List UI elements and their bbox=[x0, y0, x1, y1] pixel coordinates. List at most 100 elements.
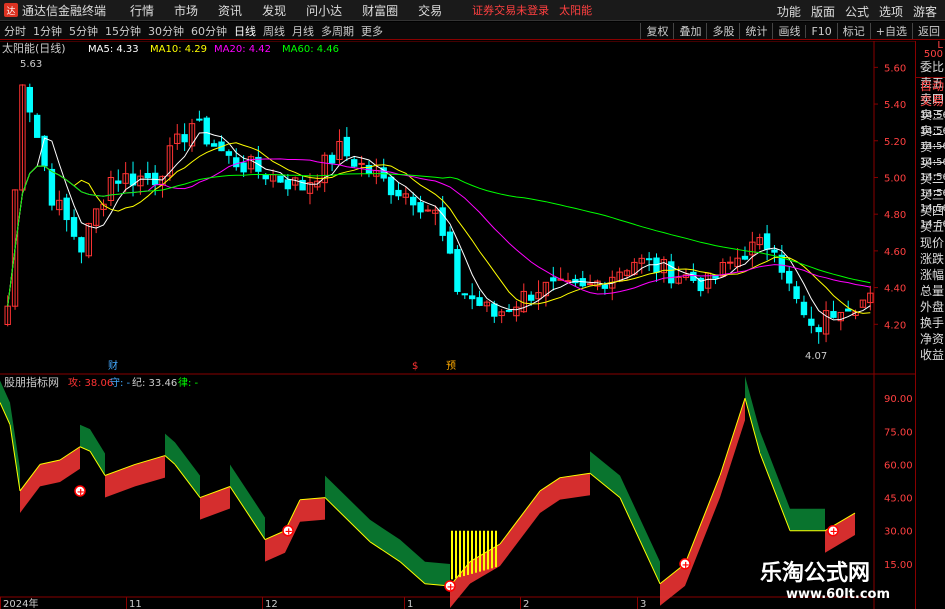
price-label-7: 4.20 bbox=[884, 320, 906, 331]
candle-body bbox=[78, 237, 85, 253]
menu-item-3[interactable]: 发现 bbox=[262, 2, 286, 19]
indicator-band bbox=[540, 477, 560, 513]
candle-body bbox=[277, 175, 284, 183]
menu-item-4[interactable]: 问小达 bbox=[306, 2, 342, 19]
menu-item-2[interactable]: 资讯 bbox=[218, 2, 242, 19]
candle-body bbox=[645, 258, 653, 261]
corner-label: L 500 bbox=[923, 40, 943, 60]
indicator-band bbox=[745, 376, 760, 454]
ind-ji: 纪: 33.46 bbox=[132, 377, 177, 389]
candle-body bbox=[461, 293, 468, 296]
quote-label-12: 涨跌 bbox=[920, 252, 945, 266]
candle-body bbox=[41, 135, 48, 167]
right-menu-item-3[interactable]: 选项 bbox=[879, 3, 903, 20]
tool-button-8[interactable]: 返回 bbox=[912, 23, 945, 39]
quote-label-13: 涨幅 bbox=[920, 268, 945, 282]
time-label-5: 3 bbox=[640, 599, 646, 609]
right-menu-item-1[interactable]: 版面 bbox=[811, 3, 835, 20]
period-tab-5[interactable]: 60分钟 bbox=[191, 23, 227, 39]
ind-axis-2: 60.00 bbox=[884, 460, 913, 471]
trade-label-2: 14:56 bbox=[920, 110, 945, 121]
indicator-band bbox=[105, 464, 135, 498]
trade-label-4: 14:56 bbox=[920, 141, 945, 152]
candle-body bbox=[284, 179, 292, 190]
ind-axis-3: 45.00 bbox=[884, 494, 913, 505]
time-label-2: 12 bbox=[265, 599, 278, 609]
period-tab-6[interactable]: 日线 bbox=[234, 23, 256, 39]
indicator-band bbox=[790, 508, 825, 531]
menu-item-5[interactable]: 财富圈 bbox=[362, 2, 398, 19]
indicator-band bbox=[200, 486, 230, 520]
period-tab-7[interactable]: 周线 bbox=[263, 23, 285, 39]
indicator-band bbox=[500, 490, 540, 566]
tool-button-0[interactable]: 复权 bbox=[640, 23, 673, 39]
buy-signal-mark: + bbox=[682, 560, 690, 571]
menu-item-1[interactable]: 市场 bbox=[174, 2, 198, 19]
right-menu-item-2[interactable]: 公式 bbox=[845, 3, 869, 20]
period-tab-4[interactable]: 30分钟 bbox=[148, 23, 184, 39]
indicator-band bbox=[590, 451, 620, 498]
candle-body bbox=[424, 209, 432, 212]
tool-button-2[interactable]: 多股 bbox=[706, 23, 739, 39]
candle-body bbox=[786, 270, 793, 284]
tool-button-4[interactable]: 画线 bbox=[772, 23, 805, 39]
ma20-label: MA20: 4.42 bbox=[214, 44, 271, 55]
ma5-label: MA5: 4.33 bbox=[88, 44, 139, 55]
menu-item-0[interactable]: 行情 bbox=[130, 2, 154, 19]
trade-label-7: 14:56 bbox=[920, 187, 945, 199]
right-menu-item-4[interactable]: 游客 bbox=[913, 3, 937, 20]
candle-body bbox=[815, 327, 822, 333]
quote-label-18: 收益 bbox=[920, 348, 945, 362]
indicator-line bbox=[9, 424, 21, 492]
candle-body bbox=[830, 311, 837, 318]
ind-axis-4: 30.00 bbox=[884, 527, 913, 538]
period-tab-8[interactable]: 月线 bbox=[292, 23, 314, 39]
indicator-line bbox=[759, 453, 791, 531]
indicator-line bbox=[719, 397, 746, 476]
login-notice[interactable]: 证券交易未登录 bbox=[472, 2, 549, 18]
trade-label-3: 14:56 bbox=[920, 125, 945, 137]
marker-cai: 财 bbox=[108, 359, 118, 372]
menu-item-6[interactable]: 交易 bbox=[418, 2, 442, 19]
buy-signal-mark: + bbox=[830, 527, 838, 538]
ind-axis-1: 75.00 bbox=[884, 427, 913, 438]
candle-body bbox=[808, 318, 815, 326]
tool-button-5[interactable]: F10 bbox=[805, 24, 836, 38]
ind-gong: 攻: 38.06 bbox=[68, 376, 113, 389]
period-tab-2[interactable]: 5分钟 bbox=[69, 23, 98, 39]
ma60-line bbox=[7, 165, 871, 307]
period-tab-0[interactable]: 分时 bbox=[4, 23, 26, 39]
time-label-1: 11 bbox=[129, 599, 142, 609]
buy-signal-mark: + bbox=[447, 582, 455, 593]
indicator-name: 股朋指标网 bbox=[4, 375, 59, 389]
price-label-6: 4.40 bbox=[884, 284, 906, 295]
indicator-band bbox=[720, 398, 745, 498]
tool-button-7[interactable]: +自选 bbox=[869, 23, 912, 39]
period-tab-10[interactable]: 更多 bbox=[361, 23, 383, 39]
candle-body bbox=[476, 297, 483, 306]
candle-body bbox=[505, 309, 513, 312]
ind-shou: 守: - bbox=[110, 376, 131, 389]
candle-body bbox=[763, 233, 771, 250]
price-label-3: 5.00 bbox=[884, 173, 906, 184]
candle-body bbox=[26, 86, 33, 113]
trade-list: 自动交易 14:56 14:56 14:56 14:56 14:56 14:56 14:56 1… bbox=[916, 77, 945, 232]
candle-body bbox=[181, 134, 188, 143]
tool-button-6[interactable]: 标记 bbox=[836, 23, 870, 39]
candle-body bbox=[70, 217, 78, 237]
candle-body bbox=[410, 196, 417, 206]
tool-button-3[interactable]: 统计 bbox=[739, 23, 772, 39]
period-tab-9[interactable]: 多周期 bbox=[321, 23, 354, 39]
trade-label-8: 14:56 bbox=[920, 203, 945, 214]
candle-body bbox=[196, 118, 203, 121]
quote-label-17: 净资 bbox=[920, 332, 945, 346]
right-menu-item-0[interactable]: 功能 bbox=[777, 3, 801, 20]
period-tab-1[interactable]: 1分钟 bbox=[33, 23, 62, 39]
indicator-band bbox=[760, 431, 790, 531]
indicator-band bbox=[90, 429, 105, 476]
price-label-4: 4.80 bbox=[884, 210, 906, 221]
period-tab-3[interactable]: 15分钟 bbox=[105, 23, 141, 39]
candle-body bbox=[741, 255, 749, 260]
kline-chart[interactable]: 5.60 5.40 5.20 5.00 4.80 4.60 4.40 4.20 太阳能(日线) M… bbox=[0, 41, 915, 609]
tool-button-1[interactable]: 叠加 bbox=[673, 23, 706, 39]
